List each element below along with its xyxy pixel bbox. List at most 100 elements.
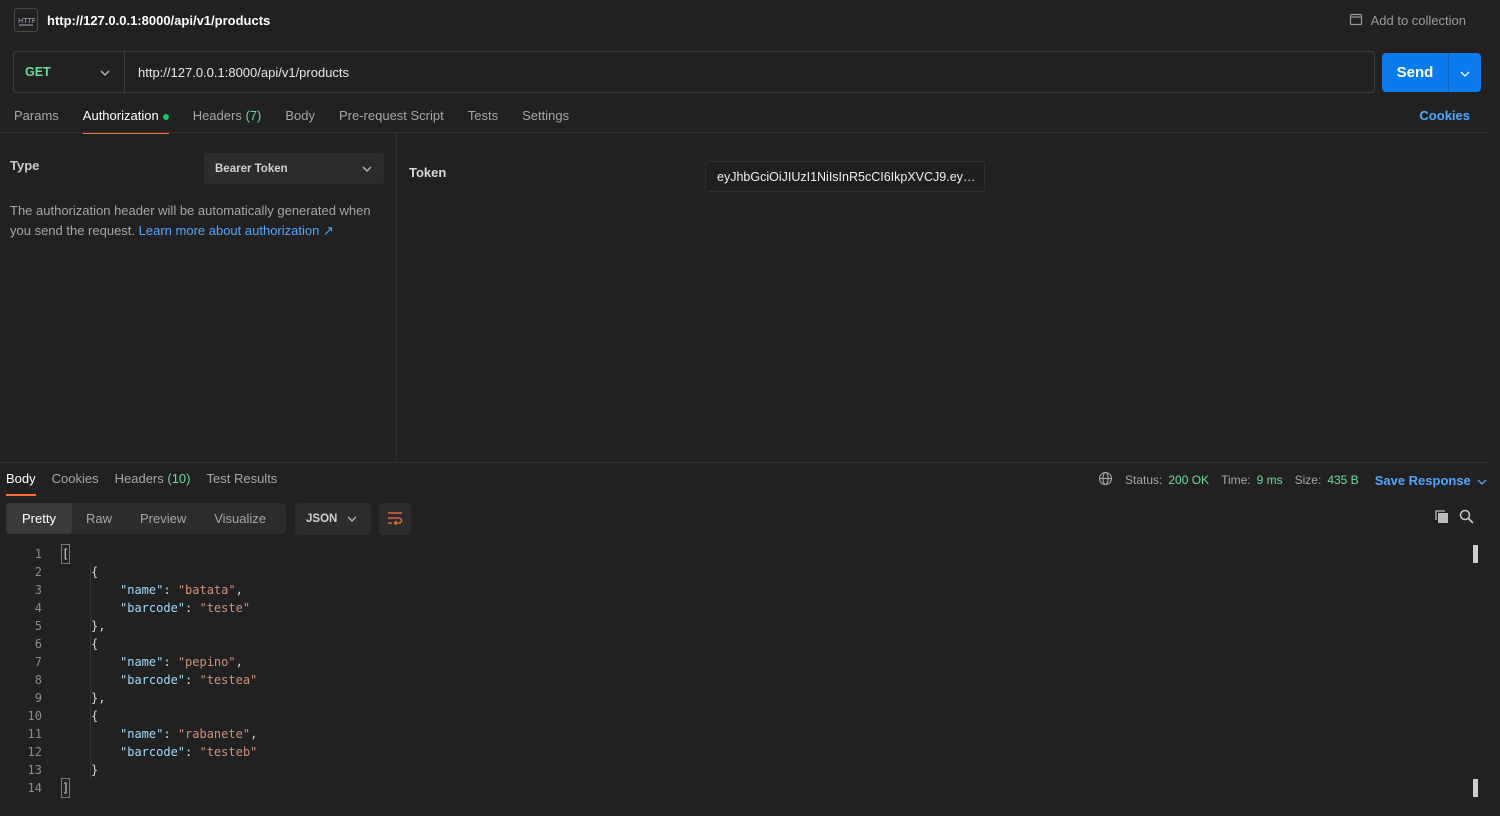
json-punctuation: : [185,673,200,687]
response-tabs: Body Cookies Headers (10) Test Results [6,471,293,496]
auth-type-value: Bearer Token [215,162,288,175]
code-line: 7 "name": "pepino", [0,653,1465,671]
tab-label: Cookies [51,471,99,486]
line-number: 11 [27,727,42,741]
save-response-label: Save Response [1374,472,1471,488]
json-punctuation: { [91,637,99,651]
learn-more-link[interactable]: Learn more about authorization ↗ [139,223,334,238]
json-punctuation: , [235,655,243,669]
tab-pre-request-script[interactable]: Pre-request Script [339,108,444,133]
collection-icon [1349,12,1363,29]
response-body-editor[interactable]: 1[2{3 "name": "batata", 4 "barcode": "teste… [0,544,1465,798]
line-number: 12 [27,745,42,759]
active-dot-icon [162,113,169,120]
scrollbar-marker[interactable] [1473,545,1478,563]
json-punctuation: }, [91,619,106,633]
line-number: 10 [27,709,42,723]
view-raw-button[interactable]: Raw [72,503,126,534]
add-to-collection-label: Add to collection [1370,13,1466,28]
tab-body[interactable]: Body [285,108,315,133]
json-punctuation: ] [60,778,71,798]
tab-params[interactable]: Params [14,108,59,133]
json-punctuation: { [91,565,99,579]
tab-response-cookies[interactable]: Cookies [52,471,99,495]
save-response-button[interactable]: Save Response [1375,473,1487,488]
tab-response-body[interactable]: Body [6,471,36,496]
tab-headers[interactable]: Headers (7) [193,108,262,133]
wrap-lines-icon [387,511,403,528]
json-punctuation: : [185,745,200,759]
http-icon: HTTP [14,8,38,32]
line-number: 8 [34,673,42,687]
json-key: "name" [120,655,164,669]
line-number: 7 [34,655,42,669]
url-input[interactable] [125,52,1374,92]
size-value[interactable]: 435 B [1327,473,1358,487]
scrollbar-marker[interactable] [1473,779,1478,797]
status-label: Status: [1125,473,1163,487]
chevron-down-icon [347,513,357,525]
json-string: "testea" [199,673,258,687]
wrap-lines-button[interactable] [379,503,411,535]
code-line: 2{ [0,563,1465,581]
response-headers-count: (10) [167,471,191,486]
line-number: 14 [27,781,42,795]
add-to-collection-button[interactable]: Add to collection [1349,12,1466,29]
code-line: 8 "barcode": "testea" [0,671,1465,689]
tab-tests[interactable]: Tests [468,108,498,133]
json-punctuation: [ [60,544,71,564]
tab-label: Pre-request Script [338,108,444,123]
view-preview-button[interactable]: Preview [126,503,200,534]
time-label: Time: [1221,473,1251,487]
code-line: 5}, [0,617,1465,635]
tab-label: Settings [522,108,570,123]
view-visualize-button[interactable]: Visualize [200,503,280,534]
code-line: 4 "barcode": "teste" [0,599,1465,617]
token-input[interactable]: eyJhbGciOiJIUzI1NiIsInR5cCI6IkpXVCJ9.ey… [705,161,985,192]
code-line: 13} [0,761,1465,779]
request-title[interactable]: http://127.0.0.1:8000/api/v1/products [47,13,270,28]
view-pretty-button[interactable]: Pretty [6,503,72,534]
tab-test-results[interactable]: Test Results [207,471,278,495]
tab-settings[interactable]: Settings [522,108,569,133]
tab-label: Headers [192,108,242,123]
chevron-down-icon [1460,65,1470,80]
code-line: 12 "barcode": "testeb" [0,743,1465,761]
format-select[interactable]: JSON [295,503,371,535]
tab-label: Authorization [82,108,159,123]
method-select[interactable]: GET [14,52,125,92]
cookies-link[interactable]: Cookies [1419,108,1470,123]
send-options-button[interactable] [1449,65,1481,80]
json-string: "teste" [199,601,251,615]
tab-authorization[interactable]: Authorization [82,108,169,134]
url-bar: GET [13,51,1375,93]
time-value[interactable]: 9 ms [1257,473,1283,487]
status-value[interactable]: 200 OK [1168,473,1209,487]
search-icon[interactable] [1459,509,1474,527]
auth-type-select[interactable]: Bearer Token [204,153,384,184]
send-button[interactable]: Send [1382,64,1448,81]
tab-response-headers[interactable]: Headers (10) [115,471,191,495]
format-value: JSON [306,513,338,525]
line-number: 5 [34,619,42,633]
globe-icon[interactable] [1098,471,1113,489]
line-number: 1 [34,547,42,561]
tab-label: Test Results [206,471,278,486]
code-line: 9}, [0,689,1465,707]
json-string: "batata" [177,583,236,597]
send-button-group: Send [1382,53,1481,92]
line-number: 4 [34,601,42,615]
json-punctuation: } [91,763,99,777]
line-number: 9 [34,691,42,705]
copy-icon[interactable] [1434,509,1449,527]
method-label: GET [25,65,51,79]
tab-label: Body [6,471,36,486]
json-punctuation: : [163,583,178,597]
